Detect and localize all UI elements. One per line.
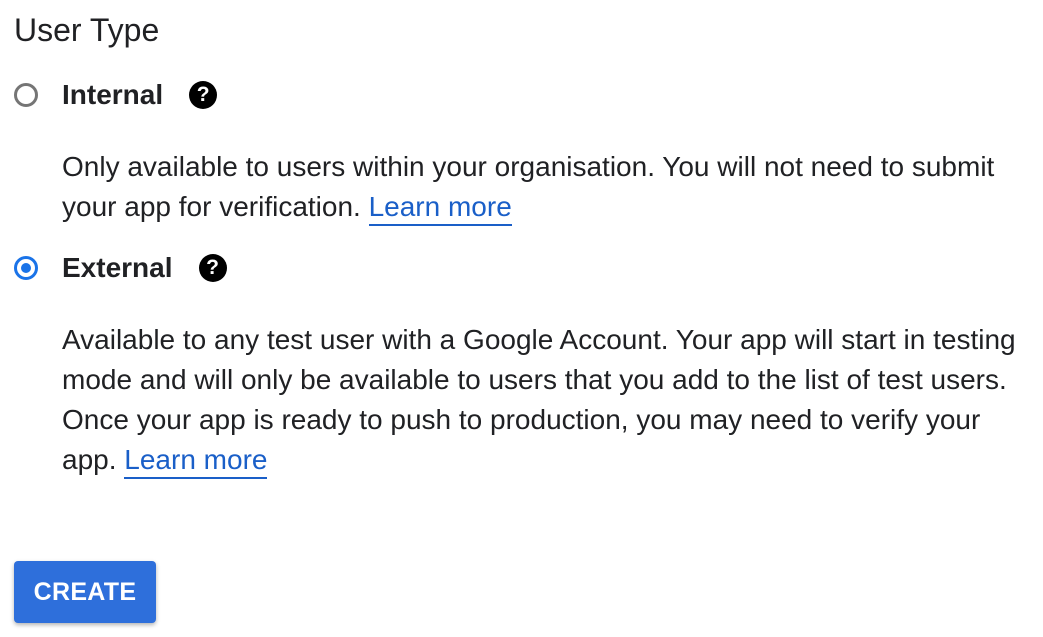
- internal-learn-more-link[interactable]: Learn more: [368, 191, 512, 226]
- external-description: Available to any test user with a Google…: [62, 320, 1037, 480]
- internal-option[interactable]: Internal ?: [14, 78, 218, 112]
- external-help-icon[interactable]: ?: [198, 254, 227, 282]
- internal-label[interactable]: Internal: [62, 78, 163, 112]
- internal-radio[interactable]: [14, 83, 38, 107]
- external-label[interactable]: External: [62, 251, 173, 285]
- external-radio[interactable]: [14, 256, 38, 280]
- user-type-title: User Type: [14, 12, 160, 48]
- internal-help-icon[interactable]: ?: [189, 81, 218, 109]
- create-button[interactable]: CREATE: [14, 561, 156, 623]
- external-option[interactable]: External ?: [14, 251, 227, 285]
- internal-description: Only available to users within your orga…: [62, 147, 1037, 227]
- internal-description-text: Only available to users within your orga…: [62, 151, 995, 222]
- external-learn-more-link[interactable]: Learn more: [124, 444, 268, 479]
